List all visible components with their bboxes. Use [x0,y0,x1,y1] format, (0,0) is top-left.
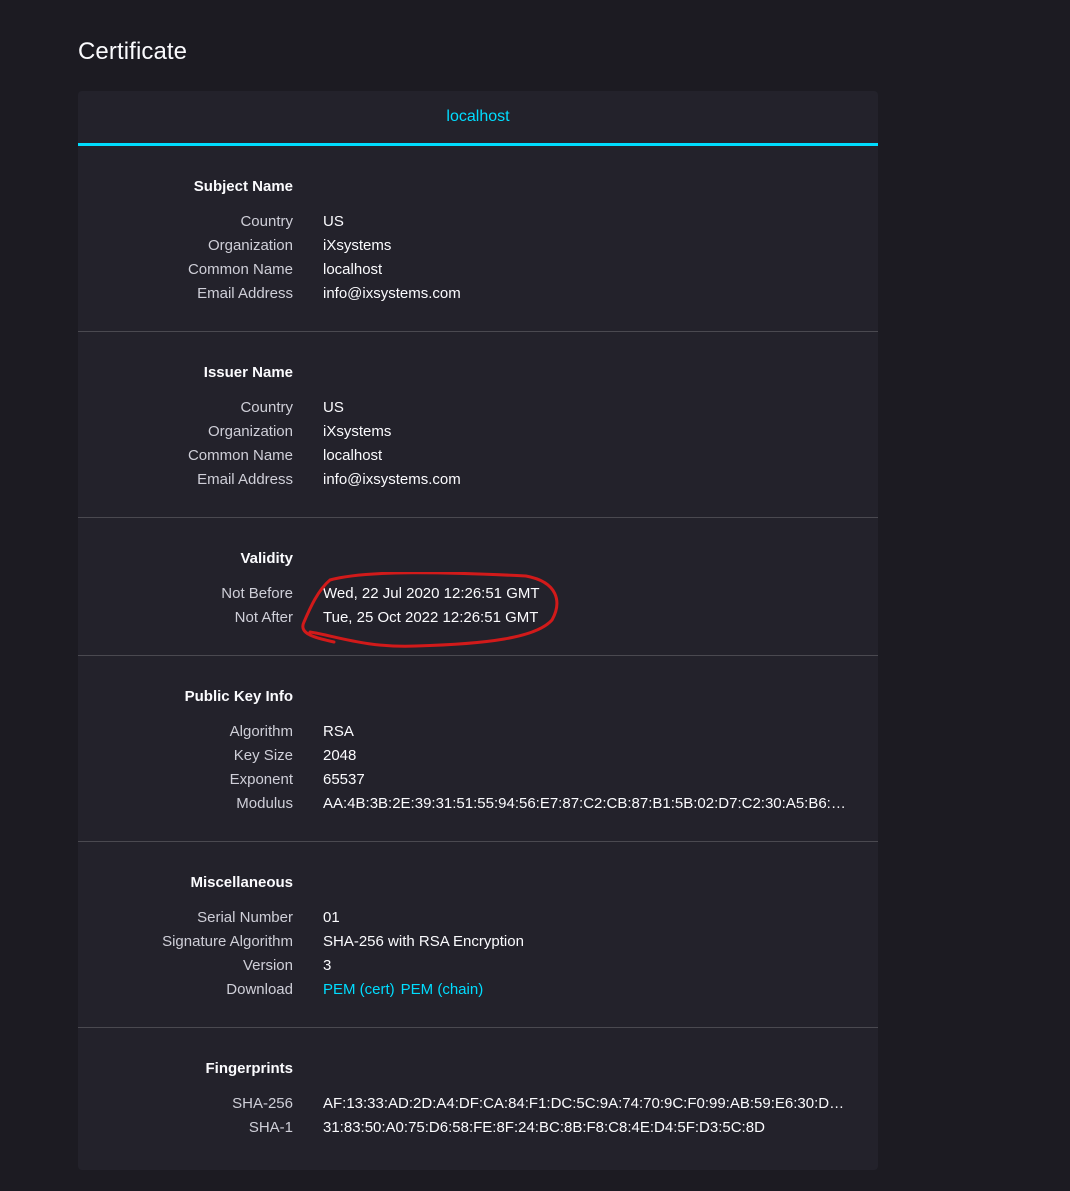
pem-chain-link[interactable]: PEM (chain) [401,981,484,998]
field-value: info@ixsystems.com [323,284,461,302]
field-label: Signature Algorithm [162,932,293,950]
info-row: SHA-256 AF:13:33:AD:2D:A4:DF:CA:84:F1:DC:… [78,1091,878,1115]
certificate-card: localhost Subject Name Country US Organiz… [78,91,878,1170]
field-value: Wed, 22 Jul 2020 12:26:51 GMT [323,584,540,602]
section-title: Miscellaneous [190,874,293,891]
field-label: Country [240,212,293,230]
field-value: US [323,212,344,230]
info-row: Country US [78,209,878,233]
info-row: Organization iXsystems [78,419,878,443]
tab-bar: localhost [78,91,878,146]
field-value: 65537 [323,770,365,788]
field-label: Not After [234,608,293,626]
info-row: Organization iXsystems [78,233,878,257]
field-label: SHA-1 [248,1118,293,1136]
public-key-section: Public Key Info Algorithm RSA Key Size 204… [78,656,878,842]
field-label: Version [242,956,293,974]
info-row: Version 3 [78,953,878,977]
field-value: SHA-256 with RSA Encryption [323,932,524,950]
info-row: Not After Tue, 25 Oct 2022 12:26:51 GMT [78,605,878,629]
tab-localhost[interactable]: localhost [446,108,509,126]
field-value: 31:83:50:A0:75:D6:58:FE:8F:24:BC:8B:F8:C… [323,1118,765,1136]
field-label: SHA-256 [232,1094,293,1112]
field-label: Country [240,398,293,416]
field-label: Exponent [229,770,293,788]
field-label: Organization [207,422,293,440]
issuer-name-section: Issuer Name Country US Organization iXsyst… [78,332,878,518]
info-row: Country US [78,395,878,419]
info-row: Algorithm RSA [78,719,878,743]
info-row: Serial Number 01 [78,905,878,929]
field-label: Email Address [197,284,293,302]
fingerprints-section: Fingerprints SHA-256 AF:13:33:AD:2D:A4:DF… [78,1028,878,1165]
info-row: Common Name localhost [78,443,878,467]
field-value: RSA [323,722,354,740]
field-value: 01 [323,908,340,926]
field-label: Not Before [221,584,293,602]
info-row: SHA-1 31:83:50:A0:75:D6:58:FE:8F:24:BC:8B… [78,1115,878,1139]
field-label: Download [226,980,293,998]
subject-name-section: Subject Name Country US Organization iXsys… [78,146,878,332]
info-row: Key Size 2048 [78,743,878,767]
info-row: Signature Algorithm SHA-256 with RSA Encr… [78,929,878,953]
field-label: Common Name [187,260,293,278]
field-value: localhost [323,446,383,464]
field-value: US [323,398,344,416]
field-value: localhost [323,260,383,278]
download-links: PEM (cert) PEM (chain) [323,981,489,998]
field-label: Email Address [197,470,293,488]
page-title: Certificate [78,38,188,65]
field-label: Common Name [187,446,293,464]
page: Certificate localhost Subject Name Count… [0,0,1070,1191]
section-title: Public Key Info [184,688,293,705]
field-value: Tue, 25 Oct 2022 12:26:51 GMT [323,608,539,626]
info-row: Common Name localhost [78,257,878,281]
field-label: Serial Number [197,908,293,926]
field-label: Algorithm [229,722,293,740]
field-label: Organization [207,236,293,254]
field-value: iXsystems [323,236,392,254]
field-label: Key Size [233,746,293,764]
info-row: Modulus AA:4B:3B:2E:39:31:51:55:94:56:E7:… [78,791,878,815]
info-row: Email Address info@ixsystems.com [78,467,878,491]
section-title: Validity [240,550,293,567]
field-value: AF:13:33:AD:2D:A4:DF:CA:84:F1:DC:5C:9A:7… [323,1094,848,1112]
section-title: Subject Name [193,178,293,195]
field-value: 3 [323,956,332,974]
section-title: Fingerprints [205,1060,293,1077]
field-value: AA:4B:3B:2E:39:31:51:55:94:56:E7:87:C2:C… [323,794,848,812]
miscellaneous-section: Miscellaneous Serial Number 01 Signature … [78,842,878,1028]
info-row: Exponent 65537 [78,767,878,791]
field-value: iXsystems [323,422,392,440]
info-row: Email Address info@ixsystems.com [78,281,878,305]
field-value: info@ixsystems.com [323,470,461,488]
validity-section: Validity Not Before Wed, 22 Jul 2020 12:2… [78,518,878,656]
pem-cert-link[interactable]: PEM (cert) [323,981,395,998]
info-row: Download PEM (cert) PEM (chain) [78,977,878,1001]
section-title: Issuer Name [203,364,293,381]
field-value: 2048 [323,746,357,764]
info-row: Not Before Wed, 22 Jul 2020 12:26:51 GMT [78,581,878,605]
field-label: Modulus [236,794,293,812]
